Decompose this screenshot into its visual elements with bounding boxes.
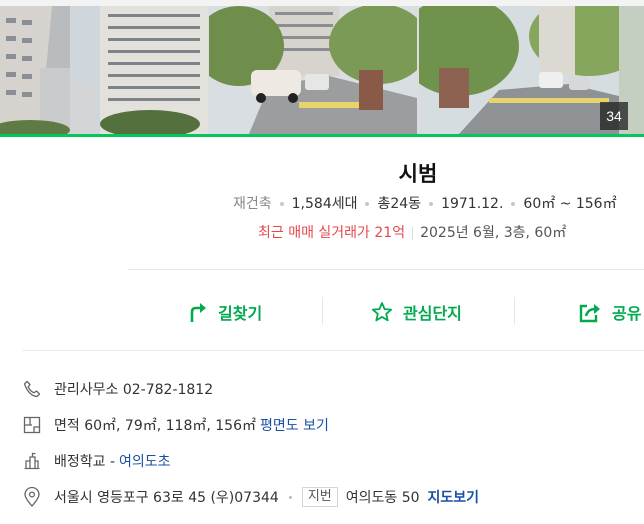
route-icon <box>190 303 206 322</box>
section-divider <box>128 269 644 270</box>
road-address: 서울시 영등포구 63로 45 (우)07344 <box>54 490 279 506</box>
photo-parking-road[interactable] <box>209 6 417 134</box>
route-button[interactable]: 길찾기 <box>188 298 262 326</box>
floorplan-link[interactable]: 평면도 보기 <box>260 415 329 435</box>
area-range: 60㎡ ~ 156㎡ <box>523 196 617 212</box>
area-row: 면적 60㎡, 79㎡, 118㎡, 156㎡ 평면도 보기 <box>22 413 329 437</box>
recent-deal-detail: 2025년 6월, 3층, 60㎡ <box>420 225 567 241</box>
phone-icon <box>22 379 42 399</box>
recent-deal-price[interactable]: 최근 매매 실거래가 21억 <box>258 225 405 241</box>
share-label: 공유 <box>612 304 642 323</box>
rebuild-status: 재건축 <box>233 196 272 212</box>
favorite-button[interactable]: 관심단지 <box>371 298 462 326</box>
area-list: 면적 60㎡, 79㎡, 118㎡, 156㎡ <box>54 418 256 434</box>
management-office-phone[interactable]: 관리사무소 02-782-1812 <box>54 379 213 399</box>
dot-separator <box>279 202 284 206</box>
address-row: 서울시 영등포구 63로 45 (우)07344 지번 여의도동 50 지도보기 <box>22 485 479 509</box>
school-row: 배정학교 - 여의도초 <box>22 449 171 473</box>
dot-separator <box>429 202 434 206</box>
building-count: 총24동 <box>377 196 422 212</box>
management-office-row: 관리사무소 02-782-1812 <box>22 377 213 401</box>
location-pin-icon <box>22 487 42 507</box>
school-link[interactable]: 여의도초 <box>119 451 171 471</box>
share-button[interactable]: 공유 <box>578 298 641 326</box>
dot-separator <box>365 202 370 206</box>
dot-separator <box>511 202 516 206</box>
favorite-label: 관심단지 <box>403 304 462 323</box>
photo-gallery[interactable]: 34 <box>0 0 644 134</box>
accent-divider <box>0 134 644 137</box>
complex-summary: 재건축 1,584세대 총24동 1971.12. 60㎡ ~ 156㎡ <box>233 193 617 213</box>
section-divider <box>22 350 644 351</box>
photo-apartment-towers[interactable] <box>0 6 208 134</box>
share-icon <box>579 304 600 323</box>
lot-address: 여의도동 50 <box>345 490 420 506</box>
deal-separator <box>412 226 414 240</box>
action-separator <box>322 297 323 325</box>
school-icon <box>22 451 42 471</box>
completion-date: 1971.12. <box>441 196 504 212</box>
complex-name: 시범 <box>398 162 438 186</box>
map-link[interactable]: 지도보기 <box>428 487 480 507</box>
lot-number-badge: 지번 <box>301 487 338 507</box>
dot-separator <box>288 495 292 499</box>
floorplan-icon <box>22 415 42 435</box>
star-icon <box>371 302 393 322</box>
route-label: 길찾기 <box>218 304 263 323</box>
school-label: 배정학교 - <box>54 454 116 470</box>
recent-deal[interactable]: 최근 매매 실거래가 21억 2025년 6월, 3층, 60㎡ <box>258 222 566 242</box>
household-count: 1,584세대 <box>291 196 358 212</box>
action-separator <box>514 297 515 325</box>
photo-count-badge: 34 <box>600 102 628 130</box>
